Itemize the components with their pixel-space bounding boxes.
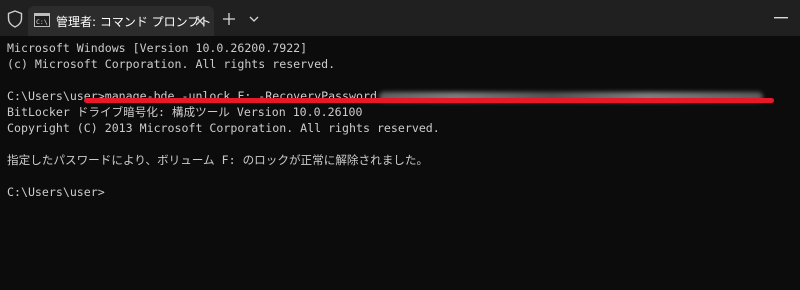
title-bar: C:\ 管理者: コマンド プロンプト — [0, 0, 800, 36]
console-output[interactable]: Microsoft Windows [Version 10.0.26200.79… — [0, 36, 800, 290]
svg-text:C:\: C:\ — [36, 18, 48, 26]
console-prompt[interactable]: C:\Users\user> — [7, 184, 105, 200]
console-line-version: Microsoft Windows [Version 10.0.26200.79… — [7, 41, 308, 55]
console-line-copyright: (c) Microsoft Corporation. All rights re… — [7, 57, 336, 71]
console-line-unlock-result: 指定したパスワードにより、ボリューム F: のロックが正常に解除されました。 — [7, 153, 429, 167]
cmd-icon: C:\ — [34, 13, 50, 27]
console-line-bitlocker-tool: BitLocker ドライブ暗号化: 構成ツール Version 10.0.26… — [7, 105, 363, 119]
console-line-bitlocker-copyright: Copyright (C) 2013 Microsoft Corporation… — [7, 121, 440, 135]
plus-icon[interactable] — [222, 12, 236, 26]
terminal-window: C:\ 管理者: コマンド プロンプト Microsoft Windows [V… — [0, 0, 800, 290]
chevron-down-icon[interactable] — [248, 14, 260, 24]
highlight-underline — [84, 98, 774, 103]
shield-icon — [7, 10, 23, 28]
tab-command-prompt[interactable]: C:\ 管理者: コマンド プロンプト — [28, 6, 214, 36]
close-icon[interactable] — [194, 15, 206, 27]
tab-title: 管理者: コマンド プロンプト — [56, 15, 212, 29]
minimize-icon[interactable] — [774, 17, 788, 19]
